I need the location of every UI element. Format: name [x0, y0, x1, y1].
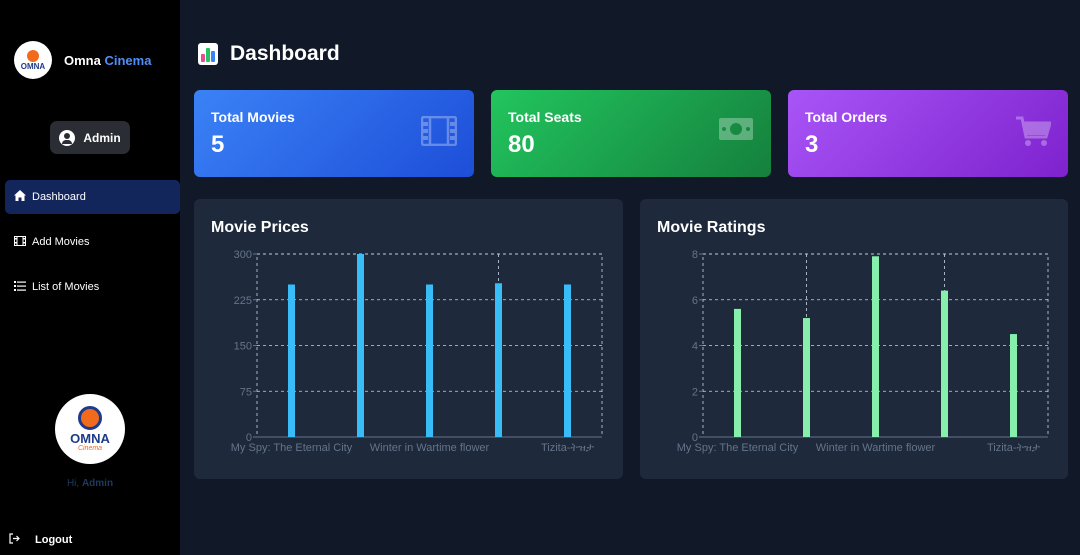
x-tick-label: Tizita-ትዝታ — [987, 442, 1041, 454]
bar[interactable] — [564, 284, 571, 438]
bar[interactable] — [1010, 334, 1017, 437]
stat-card-total-orders: Total Orders 3 — [788, 90, 1068, 177]
chart-movie-prices: 075150225300My Spy: The Eternal City Wint… — [231, 249, 603, 454]
y-tick-label: 2 — [692, 386, 698, 398]
bar[interactable] — [357, 254, 364, 437]
x-tick-label: Winter in Wartime flower — [816, 442, 936, 454]
sidebar-logo: OMNA Cinema — [55, 394, 125, 464]
logout-button[interactable]: Logout — [9, 533, 72, 547]
y-tick-label: 150 — [234, 341, 252, 353]
page-title-text: Dashboard — [230, 42, 340, 65]
y-tick-label: 300 — [234, 249, 252, 261]
bar[interactable] — [872, 256, 879, 437]
y-tick-label: 225 — [234, 295, 252, 307]
home-icon — [14, 190, 26, 204]
y-tick-label: 8 — [692, 249, 698, 261]
bar-chart-icon — [198, 43, 218, 65]
film-icon — [14, 235, 26, 249]
y-tick-label: 6 — [692, 295, 698, 307]
sidebar-item-list-of-movies[interactable]: List of Movies — [5, 270, 180, 304]
film-icon — [420, 115, 458, 151]
list-icon — [14, 280, 26, 294]
page-title: Dashboard — [198, 42, 340, 66]
brand-name-b: Cinema — [104, 52, 152, 68]
y-tick-label: 4 — [692, 341, 698, 353]
sidebar-item-add-movies[interactable]: Add Movies — [5, 225, 180, 259]
bar[interactable] — [288, 284, 295, 438]
bar[interactable] — [803, 318, 810, 437]
cart-icon — [1015, 116, 1052, 153]
bar[interactable] — [941, 290, 948, 437]
brand[interactable]: OMNA Omna Cinema — [14, 41, 151, 79]
sidebar-item-dashboard[interactable]: Dashboard — [5, 180, 180, 214]
x-tick-label: My Spy: The Eternal City — [231, 442, 353, 454]
sidebar-item-label: List of Movies — [32, 281, 100, 293]
greeting: Hi, Admin — [66, 478, 114, 489]
money-icon — [718, 116, 754, 147]
x-tick-label: Tizita-ትዝታ — [541, 442, 595, 454]
sidebar-item-label: Dashboard — [32, 191, 86, 203]
stat-card-total-seats: Total Seats 80 — [491, 90, 771, 177]
bar[interactable] — [495, 283, 502, 437]
x-tick-label: My Spy: The Eternal City — [677, 442, 799, 454]
brand-logo: OMNA — [14, 41, 52, 79]
bar[interactable] — [426, 284, 433, 438]
brand-name-a: Omna — [64, 52, 101, 68]
y-tick-label: 75 — [240, 386, 252, 398]
admin-label: Admin — [83, 130, 121, 145]
chart-movie-ratings: 02468My Spy: The Eternal City Winter in W… — [677, 249, 1049, 454]
admin-button[interactable]: Admin — [50, 121, 130, 154]
logout-icon — [9, 533, 20, 547]
brand-name: Omna Cinema — [64, 53, 151, 68]
chart-panel-movie-prices: Movie Prices 0 75 150 225 300 My Spy: The Ete… — [194, 199, 623, 479]
x-tick-label: Winter in Wartime flower — [370, 442, 490, 454]
sidebar: OMNA Omna Cinema Admin Dashboard Add Mov… — [0, 0, 180, 555]
user-circle-icon — [59, 129, 76, 146]
stat-card-total-movies: Total Movies 5 — [194, 90, 474, 177]
logout-label: Logout — [35, 534, 73, 546]
bar[interactable] — [734, 308, 741, 437]
chart-panel-movie-ratings: Movie Ratings 0 2 4 6 8 My Spy: The Eternal C… — [640, 199, 1068, 479]
sidebar-item-label: Add Movies — [32, 236, 90, 248]
